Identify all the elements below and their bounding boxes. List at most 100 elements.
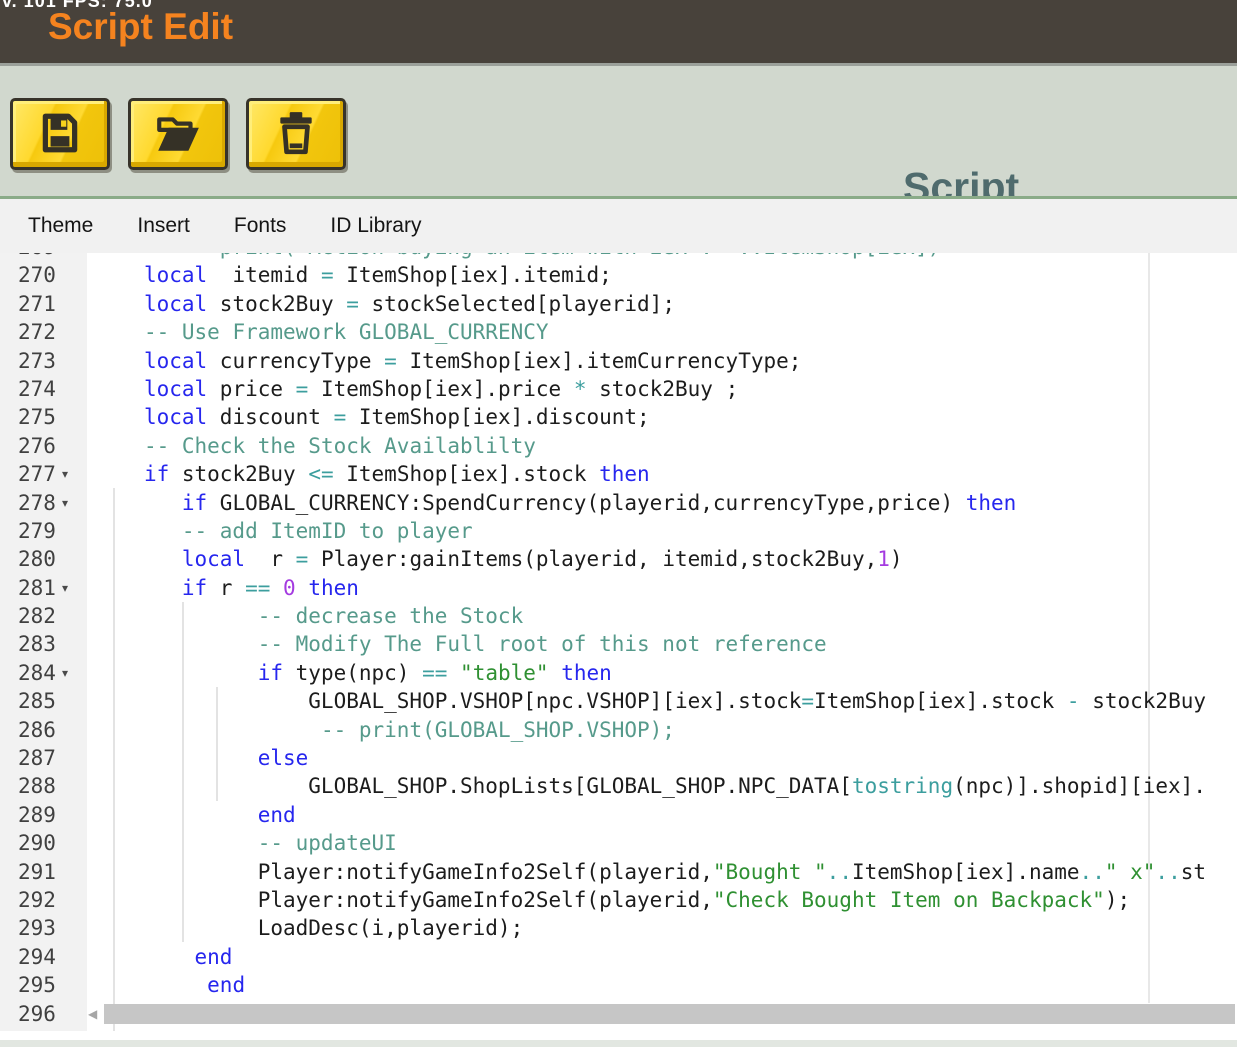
- code-text: local r = Player:gainItems(playerid, ite…: [87, 547, 903, 571]
- line-number: 296: [0, 1000, 87, 1028]
- fold-arrow-icon[interactable]: ▾: [62, 574, 68, 602]
- code-line-270: 270 local itemid = ItemShop[iex].itemid;: [0, 261, 1237, 289]
- code-text: GLOBAL_SHOP.ShopLists[GLOBAL_SHOP.NPC_DA…: [87, 774, 1206, 798]
- code-line-292: 292 Player:notifyGameInfo2Self(playerid,…: [0, 886, 1237, 914]
- menu-item-theme[interactable]: Theme: [28, 214, 93, 238]
- hscroll-row: 296 ◀: [0, 1000, 1237, 1028]
- line-number: 292: [0, 886, 87, 914]
- line-number: 283: [0, 630, 87, 658]
- code-text: -- Check the Stock Availablilty: [87, 434, 536, 458]
- fold-arrow-icon[interactable]: ▾: [62, 460, 68, 488]
- line-number: 286: [0, 716, 87, 744]
- code-line-279: 279 -- add ItemID to player: [0, 517, 1237, 545]
- code-text: -- Modify The Full root of this not refe…: [87, 632, 827, 656]
- code-text: LoadDesc(i,playerid);: [87, 916, 523, 940]
- code-text: end: [87, 803, 296, 827]
- code-text: local discount = ItemShop[iex].discount;: [87, 405, 650, 429]
- code-line-282: 282 -- decrease the Stock: [0, 602, 1237, 630]
- code-text: local itemid = ItemShop[iex].itemid;: [87, 263, 612, 287]
- menu-bar: Theme Insert Fonts ID Library: [0, 199, 1237, 253]
- code-lines-wrapper: 269 -- print("Action buying an item with…: [0, 253, 1237, 1028]
- line-number: 282: [0, 602, 87, 630]
- line-number: 275: [0, 403, 87, 431]
- code-line-274: 274 local price = ItemShop[iex].price * …: [0, 375, 1237, 403]
- line-number: 273: [0, 347, 87, 375]
- line-number: 270: [0, 261, 87, 289]
- line-number: 295: [0, 971, 87, 999]
- line-number: 294: [0, 943, 87, 971]
- scroll-left-arrow-icon[interactable]: ◀: [88, 1000, 97, 1028]
- code-line-275: 275 local discount = ItemShop[iex].disco…: [0, 403, 1237, 431]
- code-line-286: 286 -- print(GLOBAL_SHOP.VSHOP);: [0, 716, 1237, 744]
- code-text: Player:notifyGameInfo2Self(playerid,"Che…: [87, 888, 1130, 912]
- script-edit-screen: v. 101 FPS: 75.0 Script Edit: [0, 0, 1237, 1047]
- line-number: 271: [0, 290, 87, 318]
- line-number: 278: [0, 489, 87, 517]
- code-line-280: 280 local r = Player:gainItems(playerid,…: [0, 545, 1237, 573]
- line-number: 290: [0, 829, 87, 857]
- code-text: -- print("Action buying an item with iex…: [87, 253, 940, 259]
- code-text: if GLOBAL_CURRENCY:SpendCurrency(playeri…: [87, 491, 1016, 515]
- code-line-293: 293 LoadDesc(i,playerid);: [0, 914, 1237, 942]
- title-bar: v. 101 FPS: 75.0 Script Edit: [0, 0, 1237, 66]
- code-text: local price = ItemShop[iex].price * stoc…: [87, 377, 738, 401]
- code-line-283: 283 -- Modify The Full root of this not …: [0, 630, 1237, 658]
- toolbar-panel: Script: [0, 66, 1237, 196]
- line-number: 276: [0, 432, 87, 460]
- code-text: local stock2Buy = stockSelected[playerid…: [87, 292, 675, 316]
- code-text: GLOBAL_SHOP.VSHOP[npc.VSHOP][iex].stock=…: [87, 689, 1206, 713]
- code-line-291: 291 Player:notifyGameInfo2Self(playerid,…: [0, 858, 1237, 886]
- open-button[interactable]: [128, 98, 228, 170]
- code-line-278: 278▾ if GLOBAL_CURRENCY:SpendCurrency(pl…: [0, 489, 1237, 517]
- code-line-281: 281▾ if r == 0 then: [0, 574, 1237, 602]
- delete-button[interactable]: [246, 98, 346, 170]
- save-button[interactable]: [10, 98, 110, 170]
- fold-arrow-icon[interactable]: ▾: [62, 489, 68, 517]
- line-number: 272: [0, 318, 87, 346]
- line-number: 291: [0, 858, 87, 886]
- code-text: -- updateUI: [87, 831, 397, 855]
- code-text: end: [87, 945, 232, 969]
- code-lines: 269 -- print("Action buying an item with…: [0, 253, 1237, 1000]
- line-number: 279: [0, 517, 87, 545]
- code-text: if r == 0 then: [87, 576, 359, 600]
- code-text: local currencyType = ItemShop[iex].itemC…: [87, 349, 801, 373]
- code-line-288: 288 GLOBAL_SHOP.ShopLists[GLOBAL_SHOP.NP…: [0, 772, 1237, 800]
- code-text: Player:notifyGameInfo2Self(playerid,"Bou…: [87, 860, 1206, 884]
- menu-item-insert[interactable]: Insert: [137, 214, 190, 238]
- bottom-strip: [0, 1040, 1237, 1047]
- line-number: 281: [0, 574, 87, 602]
- line-number: 280: [0, 545, 87, 573]
- code-line-269: 269 -- print("Action buying an item with…: [0, 253, 1237, 261]
- line-number: 285: [0, 687, 87, 715]
- code-line-272: 272 -- Use Framework GLOBAL_CURRENCY: [0, 318, 1237, 346]
- floppy-disk-icon: [37, 110, 83, 159]
- code-line-287: 287 else: [0, 744, 1237, 772]
- line-number: 288: [0, 772, 87, 800]
- menu-item-id-library[interactable]: ID Library: [330, 214, 421, 238]
- fold-arrow-icon[interactable]: ▾: [62, 659, 68, 687]
- menu-item-fonts[interactable]: Fonts: [234, 214, 287, 238]
- code-text: if stock2Buy <= ItemShop[iex].stock then: [87, 462, 650, 486]
- page-title: Script Edit: [48, 6, 233, 48]
- code-line-273: 273 local currencyType = ItemShop[iex].i…: [0, 347, 1237, 375]
- code-text: else: [87, 746, 308, 770]
- line-number: 269: [0, 253, 87, 261]
- code-line-284: 284▾ if type(npc) == "table" then: [0, 659, 1237, 687]
- code-line-289: 289 end: [0, 801, 1237, 829]
- code-editor[interactable]: 269 -- print("Action buying an item with…: [0, 253, 1237, 1031]
- code-line-294: 294 end: [0, 943, 1237, 971]
- open-folder-icon: [153, 111, 203, 158]
- hscroll-thumb[interactable]: [104, 1004, 1235, 1024]
- code-line-271: 271 local stock2Buy = stockSelected[play…: [0, 290, 1237, 318]
- code-line-290: 290 -- updateUI: [0, 829, 1237, 857]
- code-text: -- add ItemID to player: [87, 519, 473, 543]
- code-line-285: 285 GLOBAL_SHOP.VSHOP[npc.VSHOP][iex].st…: [0, 687, 1237, 715]
- code-line-277: 277▾ if stock2Buy <= ItemShop[iex].stock…: [0, 460, 1237, 488]
- code-text: end: [87, 973, 245, 997]
- code-text: -- decrease the Stock: [87, 604, 523, 628]
- code-text: -- Use Framework GLOBAL_CURRENCY: [87, 320, 549, 344]
- code-text: -- print(GLOBAL_SHOP.VSHOP);: [87, 718, 675, 742]
- line-number: 277: [0, 460, 87, 488]
- line-number: 274: [0, 375, 87, 403]
